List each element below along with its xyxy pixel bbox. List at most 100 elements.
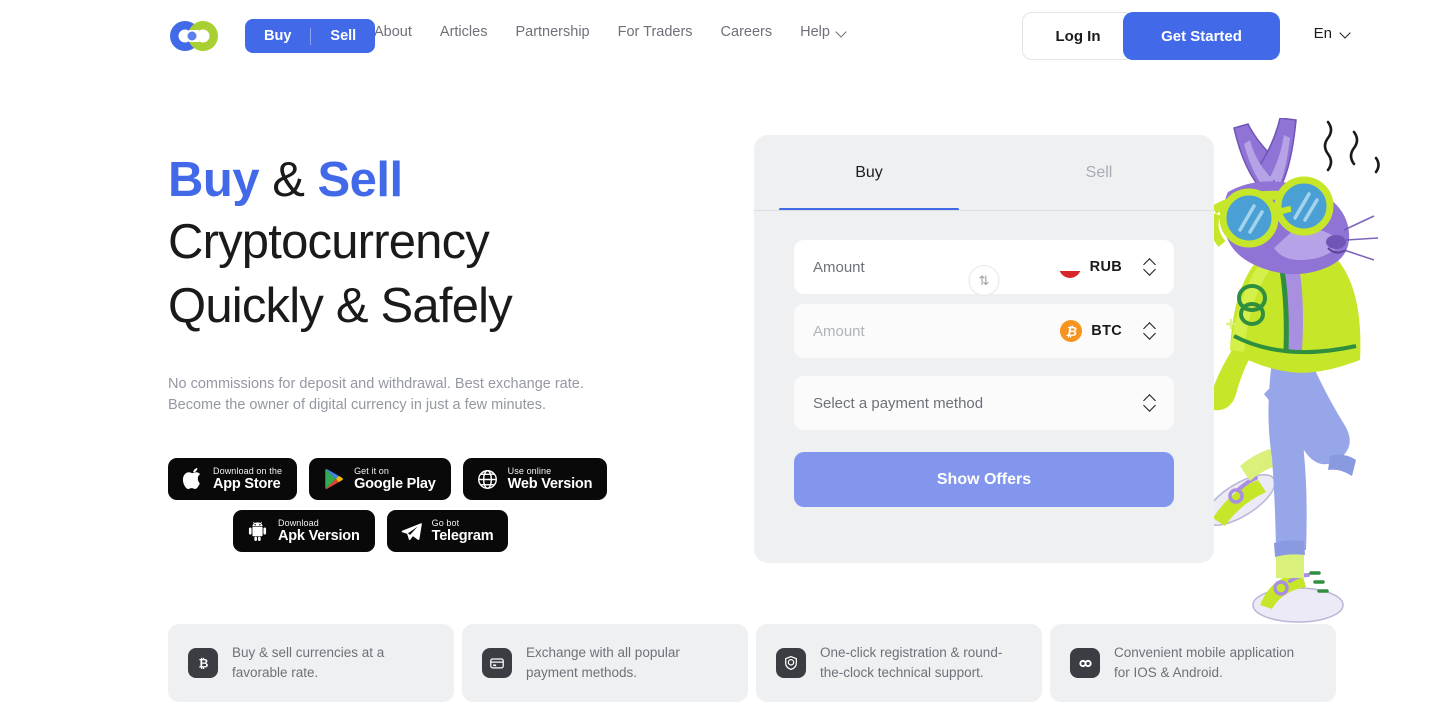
swap-vertical-icon: ⇅	[978, 272, 990, 288]
get-started-button[interactable]: Get Started	[1123, 12, 1280, 60]
nav-item-about[interactable]: About	[374, 24, 412, 40]
nav-label: Partnership	[515, 24, 590, 40]
currency-from-stepper-icon[interactable]	[1143, 256, 1157, 278]
apple-icon	[181, 468, 204, 491]
hero-subtitle-line-1: No commissions for deposit and withdrawa…	[168, 376, 584, 393]
amount-from-input[interactable]: Amount	[813, 259, 1059, 276]
payment-method-stepper-icon[interactable]	[1143, 392, 1157, 414]
telegram-text: Go bot Telegram	[431, 518, 494, 544]
feature-card-text: One-click registration & round- the-cloc…	[820, 643, 1002, 684]
feature-card-mobile: Convenient mobile application for IOS & …	[1050, 624, 1336, 702]
google-play-icon	[322, 468, 345, 491]
telegram-button[interactable]: Go bot Telegram	[386, 510, 509, 553]
site-header: Buy Sell About Articles Partnership For …	[0, 0, 1454, 72]
feature-card-text: Convenient mobile application for IOS & …	[1114, 643, 1294, 684]
android-icon	[246, 520, 269, 543]
exchange-widget: Buy Sell ⇅ Amount RUB Amount ₿ BTC Selec…	[754, 135, 1214, 563]
feature-cards: ₿ Buy & sell currencies at a favorable r…	[168, 624, 1336, 702]
hero-title-line-1: Buy & Sell	[168, 152, 728, 209]
feature-text-line-2: the-clock technical support.	[820, 665, 984, 680]
feature-card-support: One-click registration & round- the-cloc…	[756, 624, 1042, 702]
shield-check-icon	[776, 648, 806, 678]
nav-label: Help	[800, 24, 830, 40]
apk-version-big-label: Apk Version	[278, 527, 360, 544]
main-navigation: About Articles Partnership For Traders C…	[374, 24, 846, 40]
payment-method-select[interactable]: Select a payment method	[794, 376, 1174, 430]
feature-card-payments: Exchange with all popular payment method…	[462, 624, 748, 702]
currency-from-code: RUB	[1089, 259, 1122, 275]
russia-flag-icon	[1058, 256, 1081, 278]
feature-text-line-2: favorable rate.	[232, 665, 319, 680]
nav-item-for-traders[interactable]: For Traders	[618, 24, 693, 40]
language-label: En	[1313, 25, 1332, 42]
telegram-icon	[400, 520, 423, 543]
widget-fields: ⇅ Amount RUB Amount ₿ BTC Select a payme…	[754, 211, 1214, 430]
nav-label: About	[374, 24, 412, 40]
app-link-icon	[1070, 648, 1100, 678]
chevron-down-icon	[837, 28, 846, 37]
hero-subtitle-line-2: Become the owner of digital currency in …	[168, 397, 546, 414]
hero-title-amp: &	[259, 153, 318, 207]
app-store-text: Download on the App Store	[213, 466, 282, 492]
feature-text-line-1: Exchange with all popular	[526, 644, 680, 660]
chevron-down-icon	[1341, 29, 1350, 38]
feature-text-line-1: Buy & sell currencies at a	[232, 644, 385, 660]
google-play-big-label: Google Play	[354, 475, 436, 492]
widget-tabs: Buy Sell	[754, 135, 1214, 211]
google-play-text: Get it on Google Play	[354, 466, 436, 492]
infinity-rings-logo[interactable]	[168, 18, 220, 54]
hero-title-buy: Buy	[168, 153, 260, 207]
nav-label: For Traders	[617, 24, 693, 40]
bitcoin-badge-icon: ₿	[188, 648, 218, 678]
pill-buy-button[interactable]: Buy	[245, 19, 310, 53]
payment-method-label: Select a payment method	[813, 394, 984, 412]
language-switcher[interactable]: En	[1314, 25, 1350, 42]
app-store-big-label: App Store	[213, 475, 281, 492]
hero-title-line-3: Quickly & Safely	[168, 278, 513, 333]
amount-to-row: Amount ₿ BTC	[794, 304, 1174, 358]
bitcoin-icon: ₿	[1060, 320, 1083, 342]
feature-text-line-2: payment methods.	[526, 665, 638, 680]
feature-card-text: Exchange with all popular payment method…	[526, 643, 680, 684]
landing-page: Buy Sell About Articles Partnership For …	[0, 0, 1454, 714]
svg-text:₿: ₿	[198, 656, 208, 670]
feature-text-line-1: One-click registration & round-	[820, 644, 1003, 660]
apk-version-text: Download Apk Version	[278, 518, 360, 544]
apk-version-button[interactable]: Download Apk Version	[233, 510, 375, 553]
amount-to-input[interactable]: Amount	[813, 323, 1060, 340]
currency-from-selector[interactable]: RUB	[1058, 256, 1157, 278]
tab-buy[interactable]: Buy	[754, 135, 984, 211]
app-store-button[interactable]: Download on the App Store	[168, 458, 298, 501]
credit-card-icon	[482, 648, 512, 678]
currency-to-stepper-icon[interactable]	[1143, 320, 1157, 342]
web-version-button[interactable]: Use online Web Version	[462, 458, 608, 501]
nav-item-help[interactable]: Help	[800, 24, 846, 40]
download-row-secondary: Download Apk Version Go bot Telegram	[233, 510, 728, 553]
download-row-primary: Download on the App Store Get it on Goog…	[168, 458, 728, 501]
currency-to-code: BTC	[1091, 323, 1122, 339]
hero-subtitle: No commissions for deposit and withdrawa…	[168, 374, 728, 416]
telegram-big-label: Telegram	[431, 527, 494, 544]
feature-card-rate: ₿ Buy & sell currencies at a favorable r…	[168, 624, 454, 702]
tab-sell[interactable]: Sell	[984, 135, 1214, 211]
nav-item-articles[interactable]: Articles	[440, 24, 488, 40]
swap-currencies-button[interactable]: ⇅	[968, 265, 1000, 296]
nav-item-partnership[interactable]: Partnership	[515, 24, 589, 40]
feature-text-line-2: for IOS & Android.	[1114, 665, 1223, 680]
show-offers-button[interactable]: Show Offers	[794, 452, 1174, 507]
feature-card-text: Buy & sell currencies at a favorable rat…	[232, 643, 384, 684]
login-button[interactable]: Log In	[1022, 12, 1134, 60]
download-buttons: Download on the App Store Get it on Goog…	[168, 458, 728, 553]
buy-sell-pill: Buy Sell	[245, 19, 376, 53]
nav-label: Articles	[439, 24, 488, 40]
currency-to-selector[interactable]: ₿ BTC	[1060, 320, 1157, 342]
google-play-button[interactable]: Get it on Google Play	[309, 458, 451, 501]
hero-content: Buy & Sell Cryptocurrency Quickly & Safe…	[168, 152, 728, 562]
nav-item-careers[interactable]: Careers	[721, 24, 773, 40]
hero-title-line-2: Cryptocurrency	[168, 214, 490, 269]
globe-icon	[476, 468, 499, 491]
nav-label: Careers	[720, 24, 773, 40]
feature-text-line-1: Convenient mobile application	[1114, 644, 1295, 660]
pill-sell-button[interactable]: Sell	[311, 19, 375, 53]
